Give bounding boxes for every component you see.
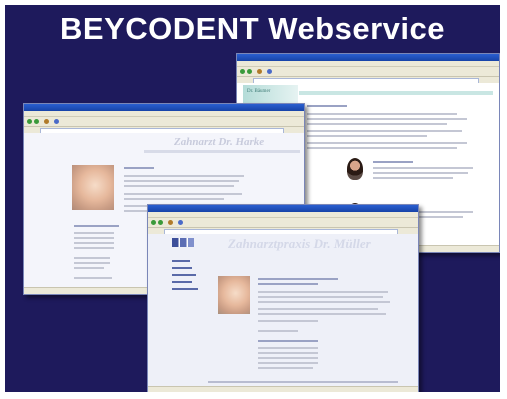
- sidebar-item[interactable]: [172, 288, 198, 290]
- home-icon: [44, 119, 49, 124]
- photo: [218, 276, 250, 314]
- sidebar-item[interactable]: [172, 260, 190, 262]
- site-watermark: Zahnarztpraxis Dr. Müller: [228, 236, 371, 251]
- home-icon: [257, 69, 262, 74]
- toolbar: [237, 67, 499, 77]
- headline: BEYCODENT Webservice: [60, 11, 445, 46]
- nav-strip: [299, 91, 493, 95]
- search-icon: [178, 220, 183, 225]
- forward-icon: [247, 69, 252, 74]
- search-icon: [267, 69, 272, 74]
- search-icon: [54, 119, 59, 124]
- sidebar-item[interactable]: [172, 281, 192, 283]
- home-icon: [168, 220, 173, 225]
- toolbar: [148, 218, 418, 228]
- window-titlebar: [237, 54, 499, 61]
- back-icon: [151, 220, 156, 225]
- forward-icon: [158, 220, 163, 225]
- window-titlebar: [148, 205, 418, 212]
- browser-window-front: Zahnarztpraxis Dr. Müller: [147, 204, 419, 392]
- back-icon: [240, 69, 245, 74]
- back-icon: [27, 119, 32, 124]
- forward-icon: [34, 119, 39, 124]
- window-titlebar: [24, 104, 304, 111]
- status-bar: [148, 386, 418, 392]
- photo: [72, 165, 114, 210]
- toolbar: [24, 117, 304, 127]
- ad-banner: BEYCODENT Webservice Dr. Bäumer Zahnarzt…: [5, 5, 500, 392]
- portrait: [347, 158, 363, 180]
- footer: [208, 381, 398, 383]
- sidebar-item[interactable]: [172, 274, 196, 276]
- site-watermark: Zahnarzt Dr. Harke: [174, 136, 265, 148]
- page-content: Zahnarztpraxis Dr. Müller: [148, 234, 418, 386]
- sidebar-item[interactable]: [172, 267, 192, 269]
- site-logo: Dr. Bäumer: [247, 89, 271, 94]
- site-logo-tiles: [172, 238, 194, 247]
- side-nav: [168, 254, 208, 314]
- nav-strip: [144, 150, 300, 153]
